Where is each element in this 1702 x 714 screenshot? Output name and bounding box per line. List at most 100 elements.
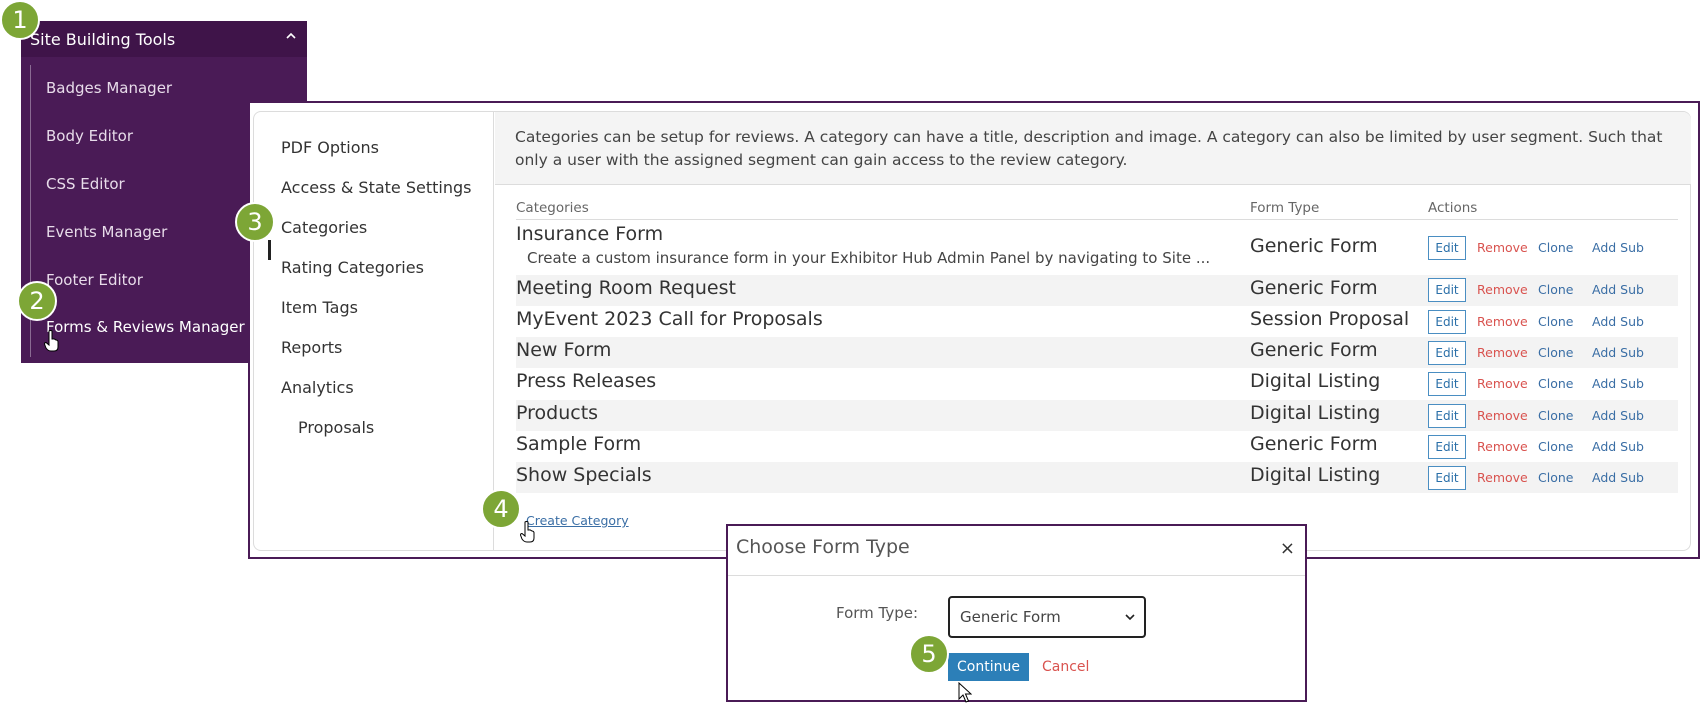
- sidebar-item-body-editor[interactable]: Body Editor: [46, 127, 133, 145]
- add-sub-link[interactable]: Add Sub: [1592, 314, 1644, 329]
- nav-item-pdf-options[interactable]: PDF Options: [281, 138, 379, 157]
- edit-button[interactable]: Edit: [1428, 404, 1466, 428]
- table-row: MyEvent 2023 Call for Proposals Session …: [516, 306, 1678, 337]
- forms-reviews-card: PDF Options Access & State Settings Cate…: [253, 111, 1691, 551]
- hand-cursor-icon: [44, 330, 59, 352]
- edit-button[interactable]: Edit: [1428, 278, 1466, 302]
- category-name: Products: [516, 402, 599, 424]
- category-name: Sample Form: [516, 433, 642, 455]
- clone-link[interactable]: Clone: [1538, 240, 1573, 255]
- clone-link[interactable]: Clone: [1538, 345, 1573, 360]
- form-type: Generic Form: [1250, 277, 1378, 299]
- active-nav-marker: [268, 240, 271, 260]
- hand-cursor-icon: [520, 521, 535, 543]
- remove-link[interactable]: Remove: [1477, 345, 1528, 360]
- column-header-form-type: Form Type: [1250, 200, 1320, 216]
- clone-link[interactable]: Clone: [1538, 282, 1573, 297]
- table-row: Meeting Room Request Generic Form Edit R…: [516, 275, 1678, 306]
- remove-link[interactable]: Remove: [1477, 408, 1528, 423]
- nav-item-analytics[interactable]: Analytics: [281, 378, 354, 397]
- clone-link[interactable]: Clone: [1538, 470, 1573, 485]
- cancel-button[interactable]: Cancel: [1042, 659, 1089, 675]
- edit-button[interactable]: Edit: [1428, 236, 1466, 260]
- remove-link[interactable]: Remove: [1477, 470, 1528, 485]
- sidebar-item-badges-manager[interactable]: Badges Manager: [46, 79, 172, 97]
- nav-item-rating-categories[interactable]: Rating Categories: [281, 258, 424, 277]
- categories-info-box: Categories can be setup for reviews. A c…: [495, 112, 1691, 185]
- nav-item-reports[interactable]: Reports: [281, 338, 342, 357]
- form-type: Digital Listing: [1250, 402, 1381, 424]
- sidebar-header[interactable]: Site Building Tools: [21, 21, 307, 57]
- add-sub-link[interactable]: Add Sub: [1592, 345, 1644, 360]
- step-badge-3: 3: [235, 202, 275, 242]
- remove-link[interactable]: Remove: [1477, 240, 1528, 255]
- nav-item-item-tags[interactable]: Item Tags: [281, 298, 358, 317]
- edit-button[interactable]: Edit: [1428, 310, 1466, 334]
- remove-link[interactable]: Remove: [1477, 314, 1528, 329]
- chevron-up-icon[interactable]: [284, 29, 298, 43]
- category-name: Press Releases: [516, 370, 657, 392]
- step-badge-2: 2: [17, 281, 57, 321]
- edit-button[interactable]: Edit: [1428, 372, 1466, 396]
- edit-button[interactable]: Edit: [1428, 435, 1466, 459]
- add-sub-link[interactable]: Add Sub: [1592, 408, 1644, 423]
- column-header-categories: Categories: [516, 200, 589, 216]
- clone-link[interactable]: Clone: [1538, 408, 1573, 423]
- category-description: Create a custom insurance form in your E…: [527, 249, 1211, 267]
- create-category-link[interactable]: Create Category: [526, 513, 629, 528]
- column-header-actions: Actions: [1428, 200, 1478, 216]
- table-row: Insurance Form Create a custom insurance…: [516, 221, 1678, 275]
- form-type: Generic Form: [1250, 235, 1378, 257]
- arrow-cursor-icon: [958, 682, 972, 703]
- sidebar-item-footer-editor[interactable]: Footer Editor: [46, 271, 143, 289]
- form-type: Generic Form: [1250, 339, 1378, 361]
- header-divider: [516, 219, 1678, 220]
- dialog-header: Choose Form Type ×: [728, 526, 1305, 576]
- category-name: New Form: [516, 339, 612, 361]
- forms-reviews-panel: PDF Options Access & State Settings Cate…: [248, 101, 1700, 559]
- category-name: MyEvent 2023 Call for Proposals: [516, 308, 823, 330]
- clone-link[interactable]: Clone: [1538, 439, 1573, 454]
- nav-item-categories[interactable]: Categories: [281, 218, 367, 237]
- step-badge-4: 4: [481, 489, 521, 529]
- sidebar-item-css-editor[interactable]: CSS Editor: [46, 175, 125, 193]
- remove-link[interactable]: Remove: [1477, 439, 1528, 454]
- table-row: New Form Generic Form Edit Remove Clone …: [516, 337, 1678, 368]
- sidebar-title: Site Building Tools: [30, 30, 176, 49]
- continue-button[interactable]: Continue: [948, 653, 1029, 681]
- add-sub-link[interactable]: Add Sub: [1592, 470, 1644, 485]
- edit-button[interactable]: Edit: [1428, 466, 1466, 490]
- sidebar-item-forms-reviews-manager[interactable]: Forms & Reviews Manager: [46, 318, 245, 336]
- close-icon[interactable]: ×: [1280, 538, 1295, 559]
- table-row: Press Releases Digital Listing Edit Remo…: [516, 368, 1678, 400]
- table-row: Sample Form Generic Form Edit Remove Clo…: [516, 431, 1678, 462]
- category-name: Meeting Room Request: [516, 277, 736, 299]
- table-row: Products Digital Listing Edit Remove Clo…: [516, 400, 1678, 431]
- form-type: Digital Listing: [1250, 370, 1381, 392]
- add-sub-link[interactable]: Add Sub: [1592, 439, 1644, 454]
- step-badge-5: 5: [909, 634, 949, 674]
- clone-link[interactable]: Clone: [1538, 314, 1573, 329]
- remove-link[interactable]: Remove: [1477, 282, 1528, 297]
- form-type-select[interactable]: Generic Form: [948, 596, 1146, 638]
- category-name: Insurance Form: [516, 223, 664, 245]
- nav-item-proposals[interactable]: Proposals: [298, 418, 374, 437]
- form-type: Digital Listing: [1250, 464, 1381, 486]
- add-sub-link[interactable]: Add Sub: [1592, 240, 1644, 255]
- form-type: Session Proposal: [1250, 308, 1410, 330]
- nav-item-access-state-settings[interactable]: Access & State Settings: [281, 178, 471, 197]
- edit-button[interactable]: Edit: [1428, 341, 1466, 365]
- step-badge-1: 1: [0, 0, 40, 40]
- clone-link[interactable]: Clone: [1538, 376, 1573, 391]
- table-row: Show Specials Digital Listing Edit Remov…: [516, 462, 1678, 493]
- chevron-down-icon: [1125, 614, 1135, 621]
- remove-link[interactable]: Remove: [1477, 376, 1528, 391]
- settings-nav: PDF Options Access & State Settings Cate…: [254, 112, 494, 550]
- category-name: Show Specials: [516, 464, 652, 486]
- add-sub-link[interactable]: Add Sub: [1592, 376, 1644, 391]
- form-type: Generic Form: [1250, 433, 1378, 455]
- add-sub-link[interactable]: Add Sub: [1592, 282, 1644, 297]
- choose-form-type-dialog: Choose Form Type × Form Type: Generic Fo…: [726, 524, 1307, 702]
- sidebar-item-events-manager[interactable]: Events Manager: [46, 223, 167, 241]
- form-type-select-value: Generic Form: [960, 608, 1061, 626]
